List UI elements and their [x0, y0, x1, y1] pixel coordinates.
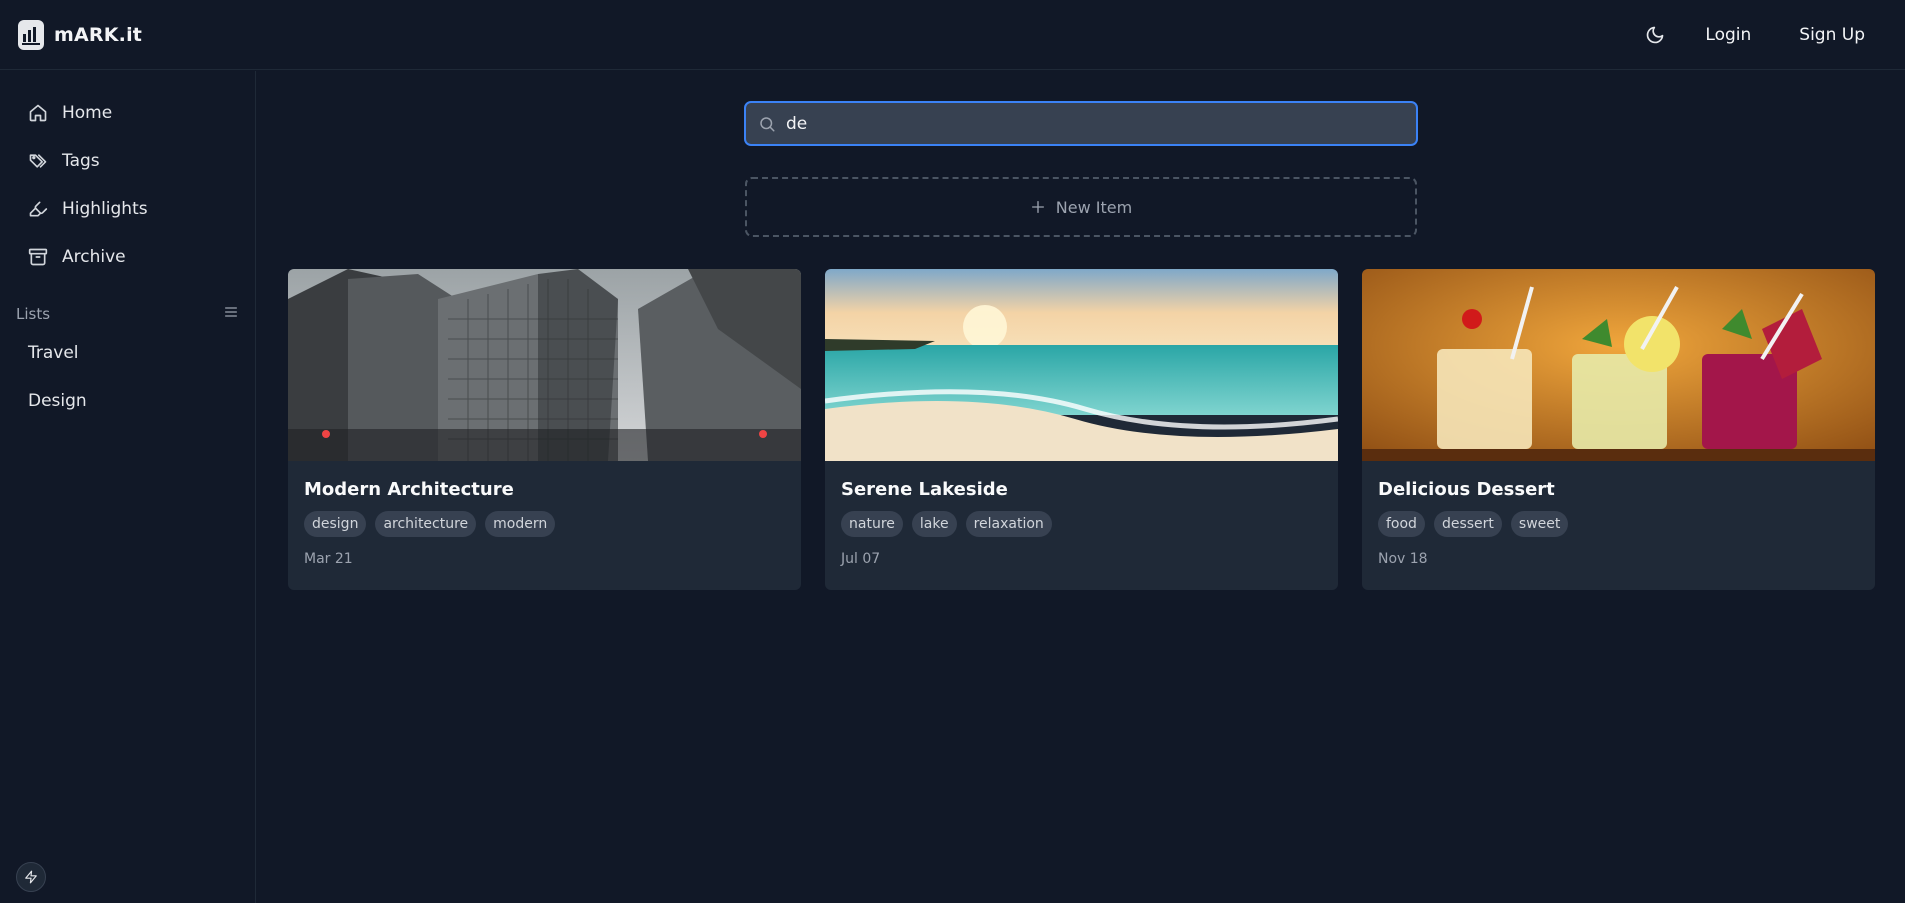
new-item-button[interactable]: New Item [745, 177, 1417, 237]
card-image [1362, 269, 1875, 461]
sidebar-nav: Home Tags Highlights Archive [0, 71, 255, 281]
card-image [288, 269, 801, 461]
card-date: Mar 21 [304, 551, 353, 567]
home-icon [29, 104, 47, 122]
card-image [825, 269, 1338, 461]
card-tags: nature lake relaxation [841, 511, 1322, 537]
brand[interactable]: mARK.it [18, 19, 143, 50]
card-date: Nov 18 [1378, 551, 1428, 567]
list-item-design[interactable]: Design [0, 377, 255, 425]
search-icon [760, 116, 775, 131]
lists-header: Lists [0, 299, 255, 329]
tag[interactable]: food [1378, 511, 1425, 537]
sidebar-item-label: Home [62, 103, 113, 123]
app-name: mARK.it [54, 23, 143, 46]
tag[interactable]: nature [841, 511, 903, 537]
card-delicious-dessert[interactable]: Delicious Dessert food dessert sweet Nov… [1362, 269, 1875, 590]
sidebar-item-archive[interactable]: Archive [0, 233, 255, 281]
tags-icon [29, 154, 47, 168]
new-item-label: New Item [1055, 197, 1133, 217]
tag[interactable]: lake [911, 511, 957, 537]
sidebar-item-tags[interactable]: Tags [0, 137, 255, 185]
card-serene-lakeside[interactable]: Serene Lakeside nature lake relaxation J… [825, 269, 1338, 590]
card-title: Delicious Dessert [1378, 479, 1555, 500]
sidebar: Home Tags Highlights Archive Lists Trave… [0, 71, 256, 903]
login-button[interactable]: Login [1695, 19, 1761, 51]
archive-icon [28, 248, 48, 266]
sidebar-item-label: Archive [62, 247, 126, 267]
card-date: Jul 07 [841, 551, 881, 567]
search-bar[interactable] [744, 101, 1418, 146]
card-tags: food dessert sweet [1378, 511, 1859, 537]
plus-icon [1031, 201, 1044, 213]
sidebar-item-highlights[interactable]: Highlights [0, 185, 255, 233]
card-tags: design architecture modern [304, 511, 785, 537]
signup-button[interactable]: Sign Up [1789, 19, 1875, 51]
tag[interactable]: dessert [1433, 511, 1502, 537]
sidebar-item-home[interactable]: Home [0, 89, 255, 137]
tag[interactable]: sweet [1510, 511, 1569, 537]
card-modern-architecture[interactable]: Modern Architecture design architecture … [288, 269, 801, 590]
card-grid: Modern Architecture design architecture … [288, 269, 1875, 590]
logo-icon [18, 19, 44, 50]
tag[interactable]: modern [485, 511, 556, 537]
card-title: Serene Lakeside [841, 479, 1008, 500]
sidebar-item-label: Highlights [62, 199, 148, 219]
sidebar-item-label: Tags [62, 151, 100, 171]
search-input[interactable] [786, 113, 1386, 134]
tag[interactable]: relaxation [965, 511, 1052, 537]
highlighter-icon [29, 201, 48, 217]
lists-title: Lists [16, 305, 51, 323]
bolt-icon[interactable] [16, 862, 46, 892]
top-bar: mARK.it Login Sign Up [0, 0, 1905, 70]
tag[interactable]: design [304, 511, 367, 537]
menu-icon[interactable] [223, 304, 239, 324]
main-content: New Item [257, 71, 1905, 903]
list-item-travel[interactable]: Travel [0, 329, 255, 377]
card-title: Modern Architecture [304, 479, 514, 500]
tag[interactable]: architecture [375, 511, 477, 537]
moon-icon[interactable] [1643, 23, 1667, 47]
